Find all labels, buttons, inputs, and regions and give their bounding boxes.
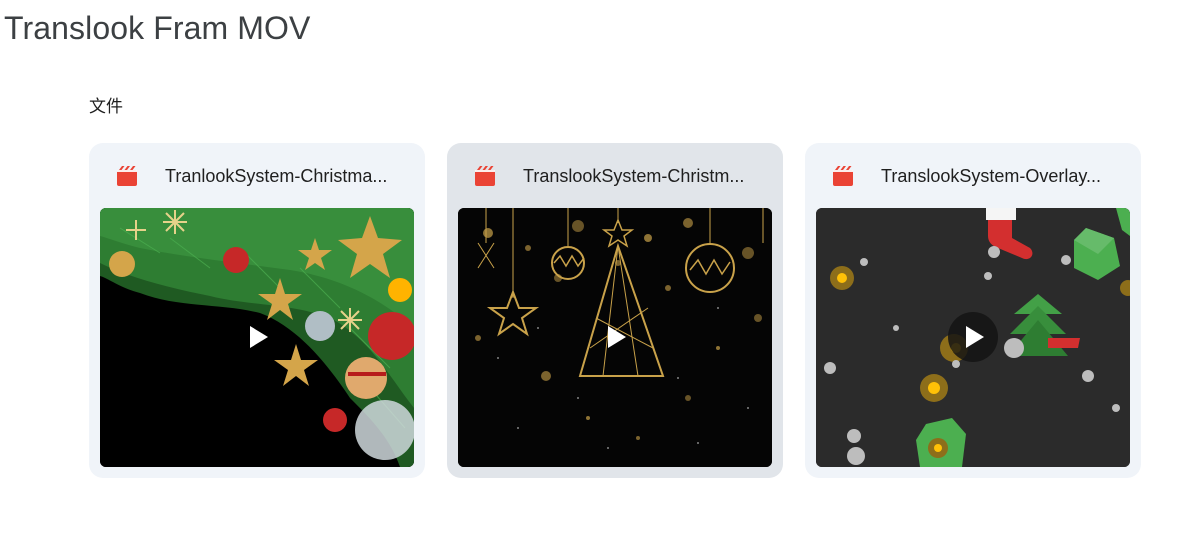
page-title: Translook Fram MOV bbox=[4, 10, 311, 46]
file-name[interactable]: TranlookSystem-Christma... bbox=[165, 163, 411, 189]
play-icon bbox=[966, 326, 984, 348]
file-card-header: TranslookSystem-Overlay... bbox=[805, 143, 1141, 207]
play-button[interactable] bbox=[232, 312, 282, 362]
drive-folder-page: Translook Fram MOV 文件 TranlookSystem-Chr… bbox=[0, 0, 1200, 534]
video-thumbnail[interactable] bbox=[100, 208, 414, 467]
video-thumbnail[interactable] bbox=[816, 208, 1130, 467]
play-button[interactable] bbox=[590, 312, 640, 362]
play-button[interactable] bbox=[948, 312, 998, 362]
play-icon bbox=[250, 326, 268, 348]
file-card-header: TranlookSystem-Christma... bbox=[89, 143, 425, 207]
file-card[interactable]: TranslookSystem-Christm... bbox=[447, 143, 783, 478]
files-section-label: 文件 bbox=[89, 97, 123, 116]
file-card[interactable]: TranslookSystem-Overlay... bbox=[805, 143, 1141, 478]
video-file-icon bbox=[117, 166, 137, 186]
video-thumbnail[interactable] bbox=[458, 208, 772, 467]
file-card[interactable]: TranlookSystem-Christma... bbox=[89, 143, 425, 478]
video-file-icon bbox=[475, 166, 495, 186]
video-file-icon bbox=[833, 166, 853, 186]
file-card-header: TranslookSystem-Christm... bbox=[447, 143, 783, 207]
file-name[interactable]: TranslookSystem-Christm... bbox=[523, 163, 769, 189]
play-icon bbox=[608, 326, 626, 348]
file-name[interactable]: TranslookSystem-Overlay... bbox=[881, 163, 1127, 189]
